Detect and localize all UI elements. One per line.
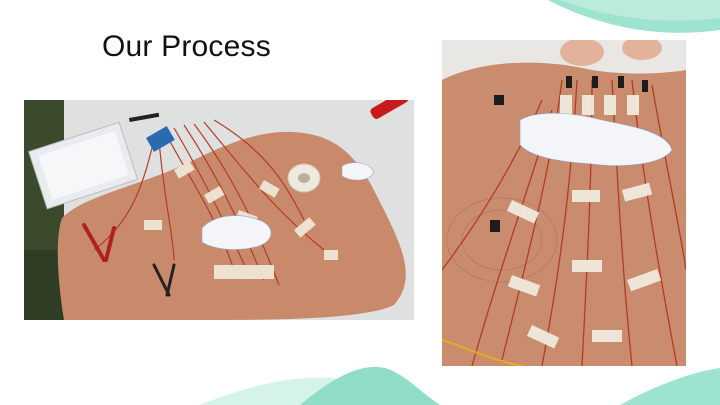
slide: Our Process xyxy=(0,0,720,405)
bottom-wave xyxy=(300,366,440,405)
workbench-overview-illustration xyxy=(24,100,414,320)
top-right-wave-light xyxy=(560,0,720,21)
wiring-closeup-illustration xyxy=(442,40,686,366)
top-right-wave xyxy=(548,0,720,33)
bottom-wave-light xyxy=(200,377,420,405)
wiring-closeup-photo xyxy=(442,40,686,366)
tape-roll xyxy=(287,163,321,193)
slide-title: Our Process xyxy=(102,30,271,63)
workbench-overview-photo xyxy=(24,100,414,320)
bottom-right-wave xyxy=(620,368,720,405)
